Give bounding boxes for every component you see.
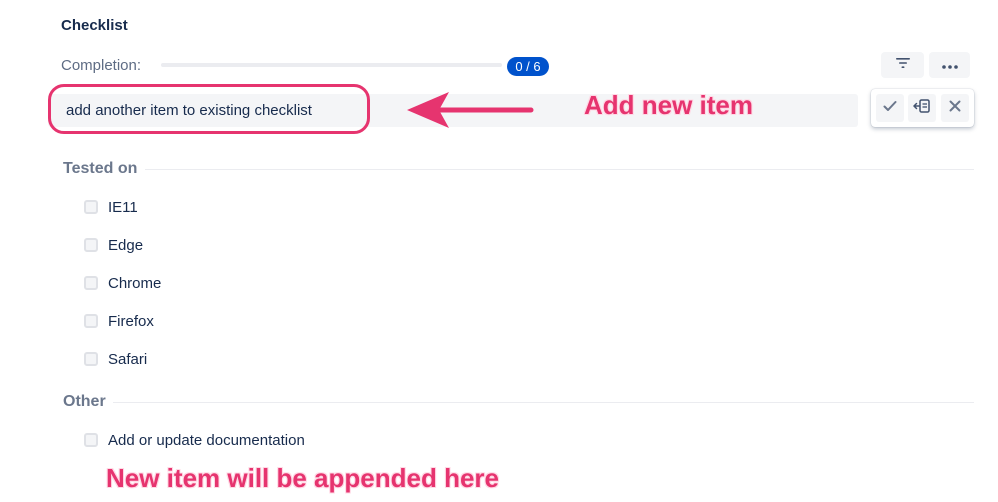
item-checkbox[interactable] — [84, 276, 98, 290]
item-label: Chrome — [108, 274, 162, 292]
checklist-item: Chrome — [84, 273, 161, 293]
item-label: Firefox — [108, 312, 154, 330]
item-label: Add or update documentation — [108, 431, 305, 449]
item-checkbox[interactable] — [84, 200, 98, 214]
annotation-arrow — [407, 92, 534, 128]
item-label: Safari — [108, 350, 148, 368]
insert-icon — [913, 97, 931, 120]
item-checkbox[interactable] — [84, 433, 98, 447]
completion-badge: 0 / 6 — [507, 57, 549, 76]
section-divider — [113, 402, 974, 403]
checklist-item: Edge — [84, 235, 143, 255]
more-options-button[interactable] — [929, 52, 970, 78]
section-heading-tested-on: Tested on — [63, 160, 138, 177]
checklist-item: Safari — [84, 349, 147, 369]
checklist-item: Firefox — [84, 311, 154, 331]
annotation-add-new-item: Add new item — [584, 90, 754, 120]
confirm-button[interactable] — [876, 94, 905, 122]
item-label: Edge — [108, 236, 144, 254]
checklist-item: Add or update documentation — [84, 430, 305, 450]
item-checkbox[interactable] — [84, 238, 98, 252]
item-checkbox[interactable] — [84, 352, 98, 366]
more-horizontal-icon — [941, 56, 958, 74]
new-item-actions — [871, 89, 974, 127]
item-label: IE11 — [108, 198, 138, 216]
close-icon — [949, 99, 961, 117]
checklist-item: IE11 — [84, 197, 138, 217]
completion-progress-bar — [161, 63, 502, 67]
cancel-button[interactable] — [940, 94, 969, 122]
filter-icon — [895, 56, 910, 74]
checklist-title: Checklist — [61, 17, 128, 34]
completion-label: Completion: — [61, 57, 142, 74]
item-checkbox[interactable] — [84, 314, 98, 328]
section-heading-other: Other — [63, 393, 106, 410]
add-to-section-button[interactable] — [908, 94, 937, 122]
section-divider — [145, 169, 974, 170]
annotation-appended-here: New item will be appended here — [106, 463, 499, 493]
check-icon — [883, 99, 897, 117]
filter-button[interactable] — [881, 52, 924, 78]
